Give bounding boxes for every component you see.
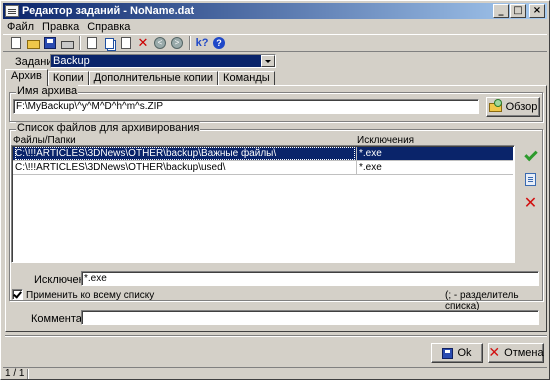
toolbar-separator [79, 36, 81, 50]
delete-button[interactable]: ✕ [522, 194, 539, 211]
back-icon: < [154, 37, 166, 49]
menu-bar: Файл Правка Справка [3, 20, 134, 34]
open-folder-icon [26, 40, 40, 49]
status-bar: 1 / 1 [3, 367, 547, 379]
status-position: 1 / 1 [5, 368, 25, 379]
browse-button[interactable]: Обзор [486, 97, 540, 117]
help-button[interactable]: ? [212, 36, 226, 50]
separator-hint: (; - разделитель списка) [445, 290, 519, 312]
whats-this-button[interactable]: k? [195, 36, 209, 50]
tab-archive[interactable]: Архив [5, 69, 48, 86]
apply-all-checkbox[interactable] [12, 289, 23, 300]
tab-commands[interactable]: Команды [218, 71, 275, 86]
tab-strip: Архив Копии Дополнительные копии Команды [5, 69, 275, 86]
copy-button[interactable] [85, 36, 99, 50]
comment-input[interactable] [81, 310, 539, 325]
paste-icon [104, 37, 114, 49]
browse-folder-icon [488, 98, 502, 112]
forward-button[interactable]: > [170, 36, 184, 50]
divider [5, 335, 547, 337]
toolbar-separator [189, 36, 191, 50]
column-divider [356, 161, 357, 174]
tab-copies[interactable]: Копии [47, 71, 89, 86]
cut-button[interactable]: ✕ [136, 36, 150, 50]
clipboard-icon [121, 37, 131, 49]
edit-button[interactable] [522, 171, 539, 188]
minimize-button[interactable]: _ [493, 4, 509, 18]
archive-name-group-title: Имя архива [16, 85, 79, 97]
ok-button-label: Ok [457, 347, 472, 359]
close-button[interactable]: × [529, 4, 545, 18]
app-icon [5, 5, 19, 17]
maximize-button[interactable]: □ [510, 4, 526, 18]
status-separator [27, 369, 29, 379]
file-list-group-title: Список файлов для архивирования [16, 122, 201, 134]
check-icon [523, 147, 538, 161]
apply-all-label[interactable]: Применить ко всему списку [26, 290, 154, 301]
print-button[interactable] [60, 36, 74, 50]
list-item[interactable]: C:\!!!ARTICLES\3DNews\OTHER\backup\used\… [13, 161, 513, 175]
chevron-down-icon[interactable] [261, 55, 275, 67]
copy-icon [87, 37, 97, 49]
toolbar: ✕ < > k? ? [3, 34, 547, 52]
list-item-exclusions: *.exe [359, 162, 382, 173]
open-button[interactable] [26, 36, 40, 50]
ok-save-icon [442, 347, 454, 359]
new-document-icon [11, 37, 21, 49]
file-list[interactable]: C:\!!!ARTICLES\3DNews\OTHER\backup\Важны… [11, 145, 515, 263]
list-item-path: C:\!!!ARTICLES\3DNews\OTHER\backup\Важны… [15, 147, 355, 160]
title-bar[interactable]: Редактор заданий - NoName.dat _ □ × [3, 3, 547, 19]
window-title: Редактор заданий - NoName.dat [22, 5, 195, 17]
ok-button[interactable]: Ok [431, 343, 483, 363]
back-button[interactable]: < [153, 36, 167, 50]
tab-additional-copies[interactable]: Дополнительные копии [88, 71, 219, 86]
forward-icon: > [171, 37, 183, 49]
exclusions-input[interactable]: *.exe [81, 271, 539, 286]
paste-button[interactable] [102, 36, 116, 50]
list-item-path: C:\!!!ARTICLES\3DNews\OTHER\backup\used\ [15, 162, 226, 173]
archive-name-input[interactable]: F:\MyBackup\^y^M^D^h^m^s.ZIP [13, 99, 479, 114]
task-select-value: Backup [51, 55, 261, 67]
add-button[interactable] [522, 147, 539, 164]
save-button[interactable] [43, 36, 57, 50]
menu-help[interactable]: Справка [83, 20, 134, 34]
browse-button-label: Обзор [505, 101, 538, 113]
edit-document-icon [525, 173, 536, 186]
delete-icon: ✕ [523, 192, 538, 212]
print-icon [60, 41, 74, 49]
new-document-button[interactable] [9, 36, 23, 50]
task-select[interactable]: Backup [50, 54, 276, 68]
cut-icon: ✕ [137, 35, 149, 50]
cancel-button[interactable]: ✕ Отмена [488, 343, 544, 363]
clipboard-button[interactable] [119, 36, 133, 50]
caption-buttons: _ □ × [492, 4, 545, 18]
menu-file[interactable]: Файл [3, 20, 38, 34]
cancel-button-label: Отмена [504, 347, 544, 359]
list-item-exclusions: *.exe [359, 148, 382, 159]
whats-this-icon: k? [195, 37, 209, 49]
save-icon [44, 37, 56, 49]
help-icon: ? [213, 37, 225, 49]
task-editor-window: Редактор заданий - NoName.dat _ □ × Файл… [0, 0, 550, 380]
column-divider [356, 147, 357, 160]
menu-edit[interactable]: Правка [38, 20, 83, 34]
cancel-icon: ✕ [488, 345, 501, 361]
list-item[interactable]: C:\!!!ARTICLES\3DNews\OTHER\backup\Важны… [13, 147, 513, 161]
